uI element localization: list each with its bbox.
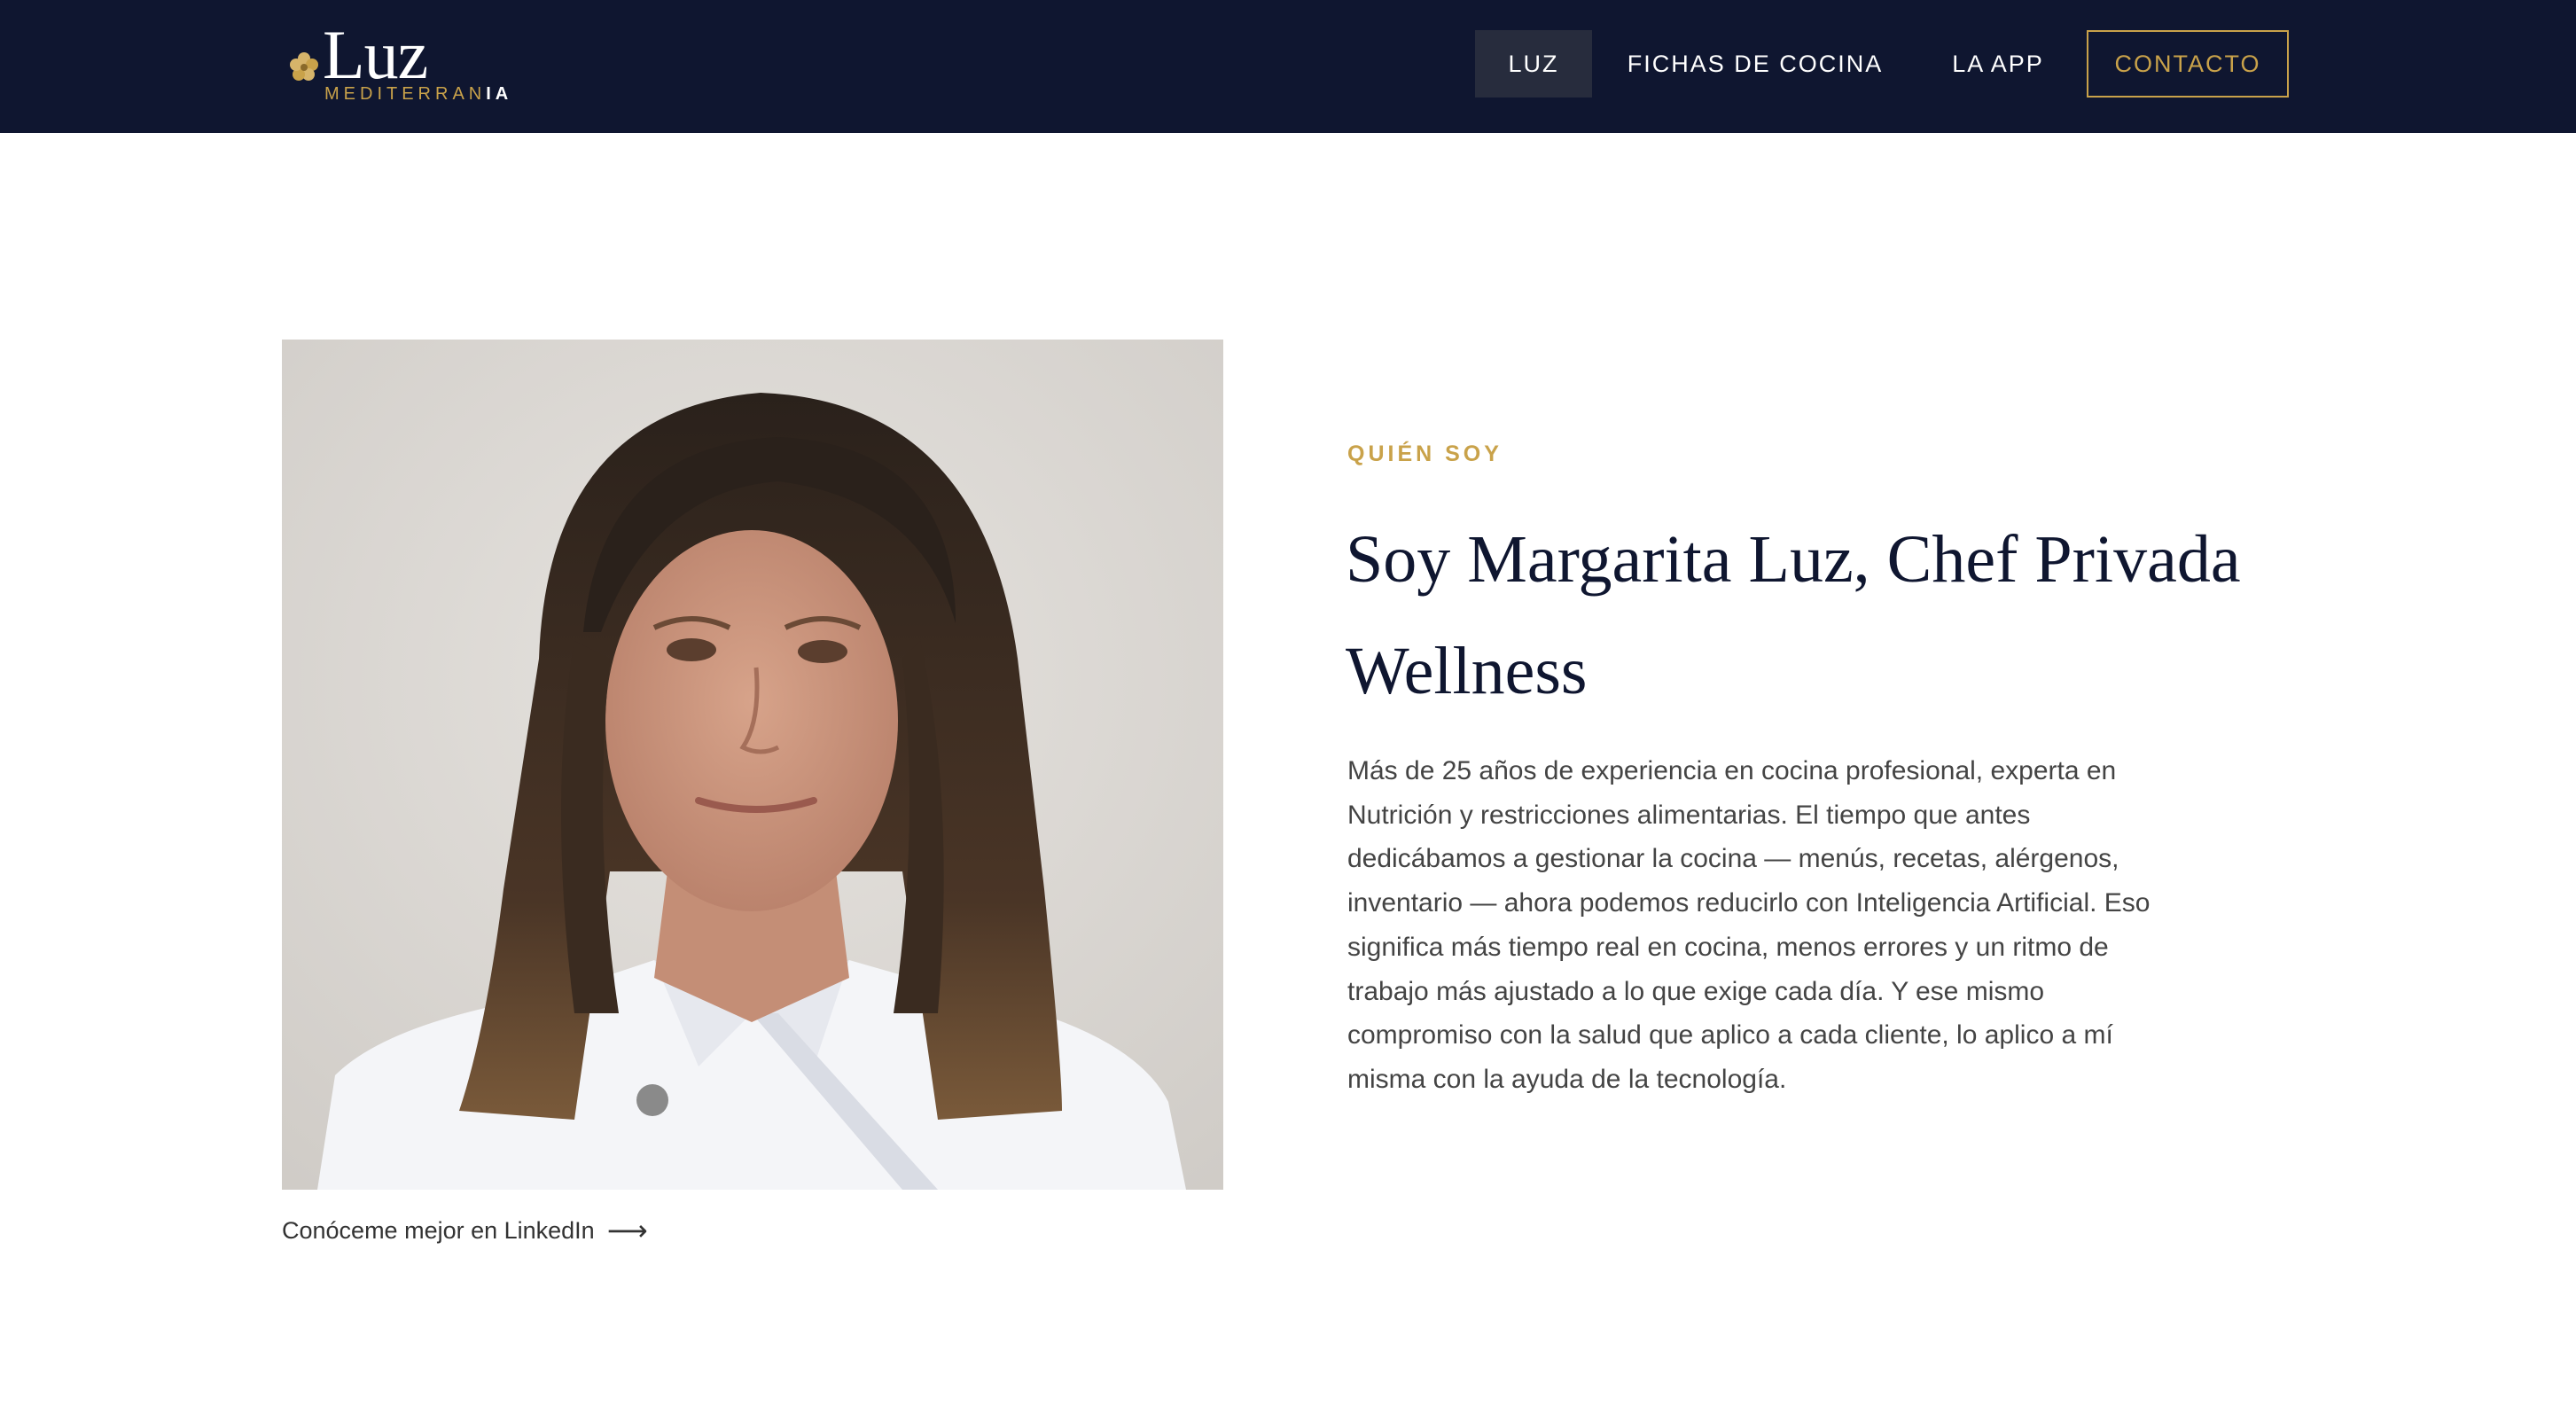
logo-subtitle-gold: MEDITERRAN bbox=[324, 84, 487, 104]
flower-icon bbox=[290, 52, 318, 81]
nav-item-luz[interactable]: LUZ bbox=[1475, 30, 1592, 98]
top-navbar: Luz MEDITERRANIA LUZ FICHAS DE COCINA LA… bbox=[0, 0, 2576, 133]
arrow-right-icon: ⟶ bbox=[606, 1215, 648, 1246]
linkedin-link[interactable]: Conóceme mejor en LinkedIn ⟶ bbox=[282, 1213, 648, 1248]
page-title: Soy Margarita Luz, Chef Privada Wellness bbox=[1346, 522, 2241, 708]
linkedin-link-label: Conóceme mejor en LinkedIn bbox=[282, 1217, 595, 1244]
chef-portrait-image bbox=[282, 340, 1223, 1190]
nav-item-la-app[interactable]: LA APP bbox=[1932, 30, 2064, 98]
section-eyebrow: QUIÉN SOY bbox=[1347, 441, 1503, 466]
logo-subtitle-white: IA bbox=[486, 84, 513, 104]
site-logo[interactable]: Luz MEDITERRANIA bbox=[282, 20, 512, 108]
chef-portrait bbox=[282, 340, 1223, 1190]
logo-subtitle: MEDITERRANIA bbox=[324, 83, 512, 105]
about-paragraph: Más de 25 años de experiencia en cocina … bbox=[1347, 756, 2151, 1094]
logo-wordmark: Luz bbox=[323, 16, 428, 93]
nav-item-fichas-de-cocina[interactable]: FICHAS DE COCINA bbox=[1613, 30, 1897, 98]
contact-button[interactable]: CONTACTO bbox=[2087, 30, 2289, 98]
